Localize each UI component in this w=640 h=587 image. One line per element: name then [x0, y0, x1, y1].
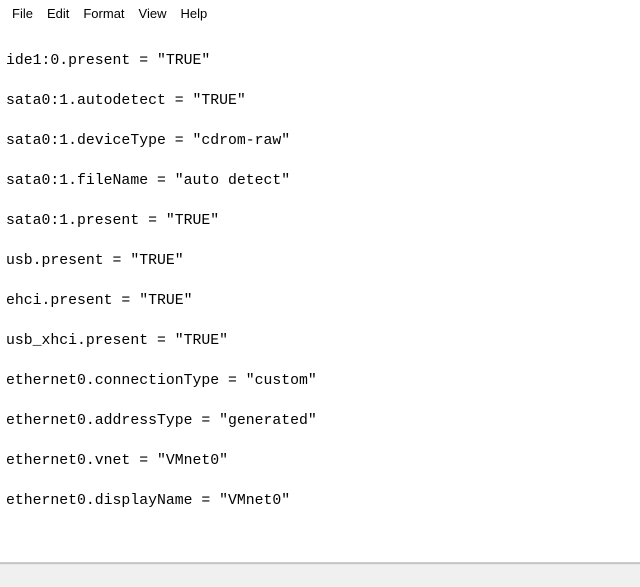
config-line: usb_xhci.present = "TRUE" [6, 331, 634, 351]
config-line: ethernet0.addressType = "generated" [6, 411, 634, 431]
config-line: sata0:1.deviceType = "cdrom-raw" [6, 131, 634, 151]
status-bar [0, 562, 640, 587]
menu-file[interactable]: File [6, 4, 39, 23]
text-editor[interactable]: ide1:0.present = "TRUE" sata0:1.autodete… [0, 27, 640, 587]
config-line [6, 531, 634, 551]
config-line: usb.present = "TRUE" [6, 251, 634, 271]
config-line: ethernet0.connectionType = "custom" [6, 371, 634, 391]
config-line: ehci.present = "TRUE" [6, 291, 634, 311]
menu-format[interactable]: Format [77, 4, 130, 23]
config-line: sata0:1.present = "TRUE" [6, 211, 634, 231]
config-line: ethernet0.displayName = "VMnet0" [6, 491, 634, 511]
menu-view[interactable]: View [133, 4, 173, 23]
config-line: ethernet0.vnet = "VMnet0" [6, 451, 634, 471]
config-line: sata0:1.autodetect = "TRUE" [6, 91, 634, 111]
config-line: ide1:0.present = "TRUE" [6, 51, 634, 71]
config-line: sata0:1.fileName = "auto detect" [6, 171, 634, 191]
menu-help[interactable]: Help [174, 4, 213, 23]
menubar: File Edit Format View Help [0, 0, 640, 27]
menu-edit[interactable]: Edit [41, 4, 75, 23]
